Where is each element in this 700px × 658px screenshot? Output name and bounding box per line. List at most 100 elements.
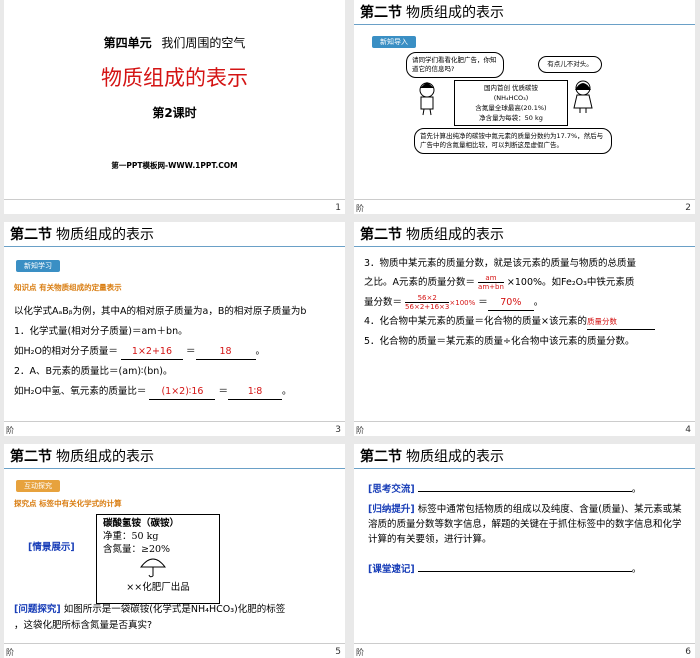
answer-blank: 70% bbox=[487, 295, 534, 311]
text-line: 之比。A元素的质量分数＝ am am+bn ×100%。如Fe₂O₃中铁元素质 bbox=[364, 274, 634, 291]
text-line: [问题探究] 如图所示是一袋碳铵(化学式是NH₄HCO₃)化肥的标签 bbox=[14, 602, 285, 617]
footer-label: 阶 bbox=[6, 426, 14, 435]
slide-5-thumbnail[interactable]: 第二节 物质组成的表示 互动探究 探究点 标签中有关化学式的计算 [情景展示] 碳… bbox=[4, 444, 345, 658]
slide-2-thumbnail[interactable]: 第二节 物质组成的表示 新知导入 请同学们看看化肥广告，你知道它的信息吗? 有点儿… bbox=[354, 0, 695, 214]
ad-line: 净含量为每袋：50 kg bbox=[479, 114, 543, 122]
section-title: 物质组成的表示 bbox=[406, 449, 504, 465]
text-line: 4．化合物中某元素的质量＝化合物的质量×该元素的质量分数 bbox=[364, 314, 656, 330]
section-title: 物质组成的表示 bbox=[406, 5, 504, 21]
summary-label: [归纳提升] bbox=[368, 504, 415, 515]
inquiry-point: 探究点 标签中有关化学式的计算 bbox=[14, 499, 122, 508]
fraction: 56×2 56×2+16×3 bbox=[405, 294, 450, 311]
question-label: [问题探究] bbox=[14, 604, 61, 615]
speech-bubble-doubt: 有点儿不对头。 bbox=[538, 56, 602, 73]
situation-label: [情景展示] bbox=[28, 542, 75, 553]
text-line: 5．化合物的质量＝某元素的质量÷化合物中该元素的质量分数。 bbox=[364, 336, 635, 347]
header-divider bbox=[4, 468, 345, 469]
text-line: 1．化学式量(相对分子质量)＝am＋bn。 bbox=[14, 326, 188, 337]
boy-figure-icon bbox=[419, 82, 435, 116]
label-line: 净重：50 kg bbox=[103, 531, 159, 542]
line-prefix: 量分数＝ bbox=[364, 297, 403, 308]
line-suffix: ×100%。如Fe₂O₃中铁元素质 bbox=[506, 277, 635, 288]
question-text: 如图所示是一袋碳铵(化学式是NH₄HCO₃)化肥的标签 bbox=[63, 604, 286, 615]
section-number: 第二节 bbox=[360, 449, 402, 465]
text-line: 量分数＝ 56×2 56×2+16×3×100% ＝ 70%。 bbox=[364, 294, 544, 311]
study-tag: 新知学习 bbox=[16, 260, 60, 272]
fraction-denominator: am+bn bbox=[478, 283, 504, 291]
slide-title: 物质组成的表示 bbox=[101, 66, 248, 90]
slide-footer: 阶 4 bbox=[354, 421, 695, 436]
text-line: 以化学式AₐBᵦ为例，其中A的相对原子质量为a，B的相对原子质量为b bbox=[14, 306, 307, 317]
text-line: 如H₂O中氢、氧元素的质量比＝ (1×2)∶16 ＝ 1∶8。 bbox=[14, 384, 292, 400]
answer-blank: 质量分数 bbox=[587, 314, 656, 330]
fraction-denominator: 56×2+16×3 bbox=[405, 303, 450, 311]
notes-label: [课堂速记] bbox=[368, 564, 415, 575]
slide-footer: 阶 2 bbox=[354, 199, 695, 214]
page-number: 5 bbox=[335, 647, 341, 657]
girl-figure-icon bbox=[573, 80, 593, 113]
page-number: 2 bbox=[685, 203, 691, 213]
summary-text: 标签中通常包括物质的组成以及纯度、含量(质量)、某元素或某溶质的质量分数等数字信… bbox=[368, 504, 682, 545]
page-number: 3 bbox=[335, 425, 341, 435]
speech-bubble-explanation: 首先计算出纯净的碳铵中氮元素的质量分数约为17.7%，然后与广告中的含氮量相比较… bbox=[414, 128, 612, 154]
website-label: 第一PPT模板网-WWW.1PPT.COM bbox=[111, 161, 238, 170]
footer-label: 阶 bbox=[356, 204, 364, 213]
header-divider bbox=[354, 246, 695, 247]
label-line: ××化肥厂出品 bbox=[126, 582, 190, 593]
line-prefix: 如H₂O的相对分子质量＝ bbox=[14, 346, 118, 357]
umbrella-icon bbox=[139, 558, 167, 578]
section-header: 第二节 物质组成的表示 bbox=[360, 446, 504, 466]
slide-6-thumbnail[interactable]: 第二节 物质组成的表示 [思考交流] 。 [归纳提升] 标签中通常包括物质的组成以… bbox=[354, 444, 695, 658]
speech-bubble-question: 请同学们看看化肥广告，你知道它的信息吗? bbox=[406, 52, 504, 78]
section-title: 物质组成的表示 bbox=[56, 227, 154, 243]
slide-footer: 阶 6 bbox=[354, 643, 695, 658]
line-prefix: 如H₂O中氢、氧元素的质量比＝ bbox=[14, 386, 147, 397]
slide-4-thumbnail[interactable]: 第二节 物质组成的表示 3．物质中某元素的质量分数，就是该元素的质量与物质的总质量… bbox=[354, 222, 695, 436]
page-number: 6 bbox=[685, 647, 691, 657]
section-header: 第二节 物质组成的表示 bbox=[10, 224, 154, 244]
inquiry-tag: 互动探究 bbox=[16, 480, 60, 492]
text-line: [课堂速记] 。 bbox=[368, 564, 642, 575]
section-header: 第二节 物质组成的表示 bbox=[360, 224, 504, 244]
fertilizer-label-box: 碳酸氢铵（碳铵） 净重：50 kg 含氮量：≥20% ××化肥厂出品 bbox=[96, 514, 220, 604]
slide-footer: 1 bbox=[4, 199, 345, 214]
fraction-tail: ×100% bbox=[449, 299, 476, 307]
line-prefix: 4．化合物中某元素的质量＝化合物的质量×该元素的 bbox=[364, 316, 588, 327]
footer-label: 阶 bbox=[356, 648, 364, 657]
answer-blank: 18 bbox=[195, 344, 256, 360]
header-divider bbox=[354, 24, 695, 25]
label-line: 碳酸氢铵（碳铵） bbox=[103, 518, 180, 529]
text-line: 2．A、B元素的质量比＝(am)∶(bn)。 bbox=[14, 366, 173, 377]
section-title: 物质组成的表示 bbox=[406, 227, 504, 243]
text-line: 3．物质中某元素的质量分数，就是该元素的质量与物质的总质量 bbox=[364, 258, 637, 269]
section-number: 第二节 bbox=[10, 449, 52, 465]
think-label: [思考交流] bbox=[368, 484, 415, 495]
answer-blank: 1∶8 bbox=[228, 384, 282, 400]
answer-blank: (1×2)∶16 bbox=[149, 384, 216, 400]
fertilizer-ad-box: 国内首创 优质碳铵 (NH₄HCO₃) 含氮量全球最高(20.1%) 净含量为每… bbox=[454, 80, 568, 126]
lesson-label: 第2课时 bbox=[152, 106, 197, 120]
ad-line: 含氮量全球最高(20.1%) bbox=[475, 104, 547, 112]
slide-3-thumbnail[interactable]: 第二节 物质组成的表示 新知学习 知识点 有关物质组成的定量表示 以化学式AₐBᵦ… bbox=[4, 222, 345, 436]
section-header: 第二节 物质组成的表示 bbox=[10, 446, 154, 466]
answer-blank: 1×2+16 bbox=[120, 344, 183, 360]
header-divider bbox=[354, 468, 695, 469]
slide-footer: 阶 5 bbox=[4, 643, 345, 658]
fraction: am am+bn bbox=[478, 274, 504, 291]
fraction-numerator: am bbox=[478, 274, 504, 283]
header-divider bbox=[4, 246, 345, 247]
unit-number: 第四单元 bbox=[103, 36, 152, 50]
section-number: 第二节 bbox=[360, 5, 402, 21]
text-line: 如H₂O的相对分子质量＝ 1×2+16 ＝ 18。 bbox=[14, 344, 265, 360]
page-number: 1 bbox=[335, 203, 341, 213]
section-number: 第二节 bbox=[10, 227, 52, 243]
section-header: 第二节 物质组成的表示 bbox=[360, 2, 504, 22]
fraction-numerator: 56×2 bbox=[405, 294, 450, 303]
section-title: 物质组成的表示 bbox=[56, 449, 154, 465]
footer-label: 阶 bbox=[6, 648, 14, 657]
slide-1-thumbnail[interactable]: 第四单元 我们周围的空气 物质组成的表示 第2课时 第一PPT模板网-WWW.1… bbox=[4, 0, 345, 214]
section-number: 第二节 bbox=[360, 227, 402, 243]
slide-footer: 阶 3 bbox=[4, 421, 345, 436]
knowledge-point: 知识点 有关物质组成的定量表示 bbox=[14, 283, 122, 292]
intro-tag: 新知导入 bbox=[372, 36, 416, 48]
